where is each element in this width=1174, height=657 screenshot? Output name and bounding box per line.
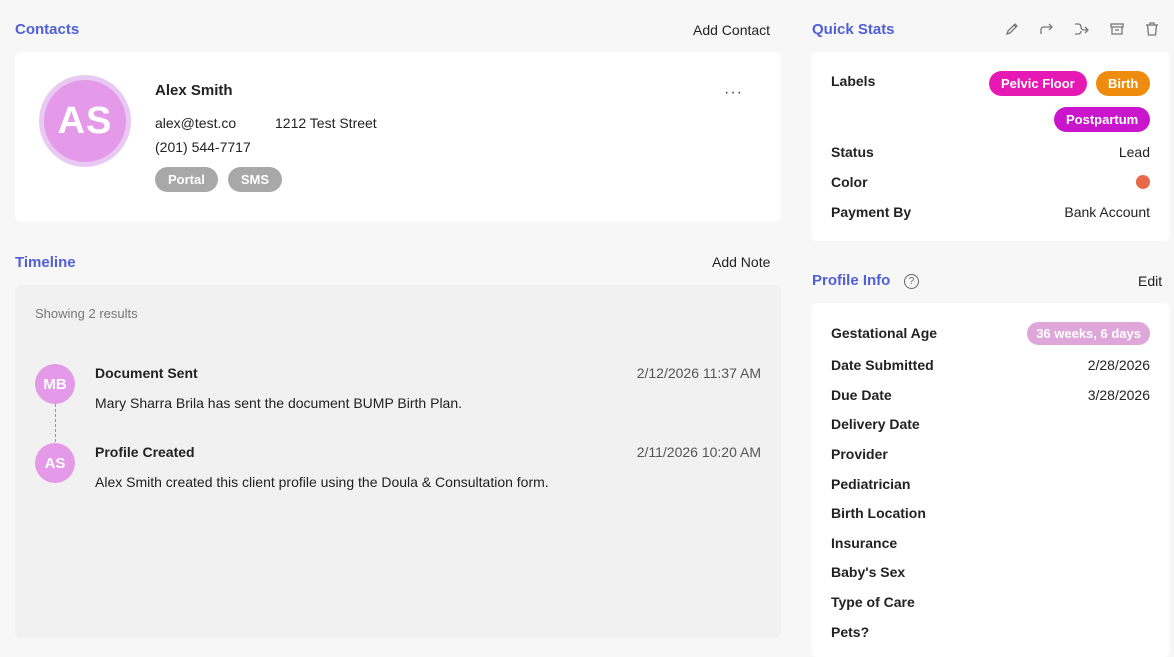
date-submitted-label: Date Submitted [831, 357, 934, 373]
contact-email: alex@test.co [155, 115, 237, 131]
add-note-button[interactable]: Add Note [712, 254, 770, 270]
timeline-event-desc: Alex Smith created this client profile u… [95, 474, 549, 490]
timeline-title: Timeline [15, 254, 76, 271]
timeline-connector [55, 404, 56, 442]
timeline-event-title: Profile Created [95, 444, 195, 460]
archive-icon[interactable] [1108, 20, 1126, 38]
payment-value: Bank Account [1064, 204, 1150, 220]
color-swatch[interactable] [1136, 175, 1150, 189]
exit-icon[interactable] [1073, 20, 1091, 38]
add-contact-button[interactable]: Add Contact [693, 22, 770, 38]
provider-label: Provider [831, 446, 888, 462]
status-value: Lead [1118, 144, 1150, 160]
delivery-date-label: Delivery Date [831, 416, 920, 432]
type-of-care-label: Type of Care [831, 594, 915, 610]
timeline-event-date: 2/11/2026 10:20 AM [636, 444, 761, 460]
timeline-avatar: AS [35, 443, 75, 483]
payment-label: Payment By [831, 204, 912, 220]
pets-label: Pets? [831, 624, 870, 640]
contact-name: Alex Smith [155, 82, 233, 99]
date-submitted-value: 2/28/2026 [1087, 357, 1150, 373]
due-date-value: 3/28/2026 [1087, 387, 1150, 403]
timeline-event-title: Document Sent [95, 365, 198, 381]
timeline-event-date: 2/12/2026 11:37 AM [636, 365, 761, 381]
profile-info-title: Profile Info [812, 272, 891, 289]
contact-phone: (201) 544-7717 [155, 139, 251, 155]
insurance-label: Insurance [831, 535, 898, 551]
more-options-button[interactable]: ··· [724, 84, 743, 102]
color-label: Color [831, 174, 868, 190]
contact-card: AS Alex Smith alex@test.co 1212 Test Str… [15, 52, 781, 222]
gestational-age-label: Gestational Age [831, 325, 938, 341]
avatar: AS [39, 75, 131, 167]
label-pill-pelvic-floor[interactable]: Pelvic Floor [989, 71, 1087, 96]
labels-label: Labels [831, 73, 876, 89]
profile-info-card: Gestational Age 36 weeks, 6 days Date Su… [811, 303, 1170, 657]
timeline-avatar: MB [35, 364, 75, 404]
quick-stats-title: Quick Stats [812, 21, 895, 38]
pencil-icon[interactable] [1003, 20, 1021, 38]
birth-location-label: Birth Location [831, 505, 926, 521]
gestational-age-badge: 36 weeks, 6 days [1027, 322, 1150, 345]
label-pill-birth[interactable]: Birth [1096, 71, 1151, 96]
timeline-panel: Showing 2 results MB Document Sent 2/12/… [15, 285, 781, 638]
due-date-label: Due Date [831, 387, 892, 403]
results-count: Showing 2 results [35, 306, 138, 321]
timeline-event-desc: Mary Sharra Brila has sent the document … [95, 395, 463, 411]
edit-profile-button[interactable]: Edit [1138, 273, 1162, 289]
quick-stats-actions [1003, 20, 1161, 38]
babys-sex-label: Baby's Sex [831, 564, 906, 580]
contact-tags: Portal SMS [155, 167, 283, 192]
tag-portal[interactable]: Portal [155, 167, 218, 192]
help-icon[interactable]: ? [904, 274, 919, 289]
contact-address: 1212 Test Street [275, 115, 377, 131]
tag-sms[interactable]: SMS [227, 167, 283, 192]
forward-icon[interactable] [1038, 20, 1056, 38]
trash-icon[interactable] [1143, 20, 1161, 38]
avatar-initials: AS [44, 80, 126, 162]
contacts-title: Contacts [15, 21, 80, 38]
label-pill-postpartum[interactable]: Postpartum [1054, 107, 1151, 132]
status-label: Status [831, 144, 874, 160]
quick-stats-card: Labels Pelvic Floor Birth Postpartum Sta… [811, 52, 1170, 241]
pediatrician-label: Pediatrician [831, 476, 911, 492]
